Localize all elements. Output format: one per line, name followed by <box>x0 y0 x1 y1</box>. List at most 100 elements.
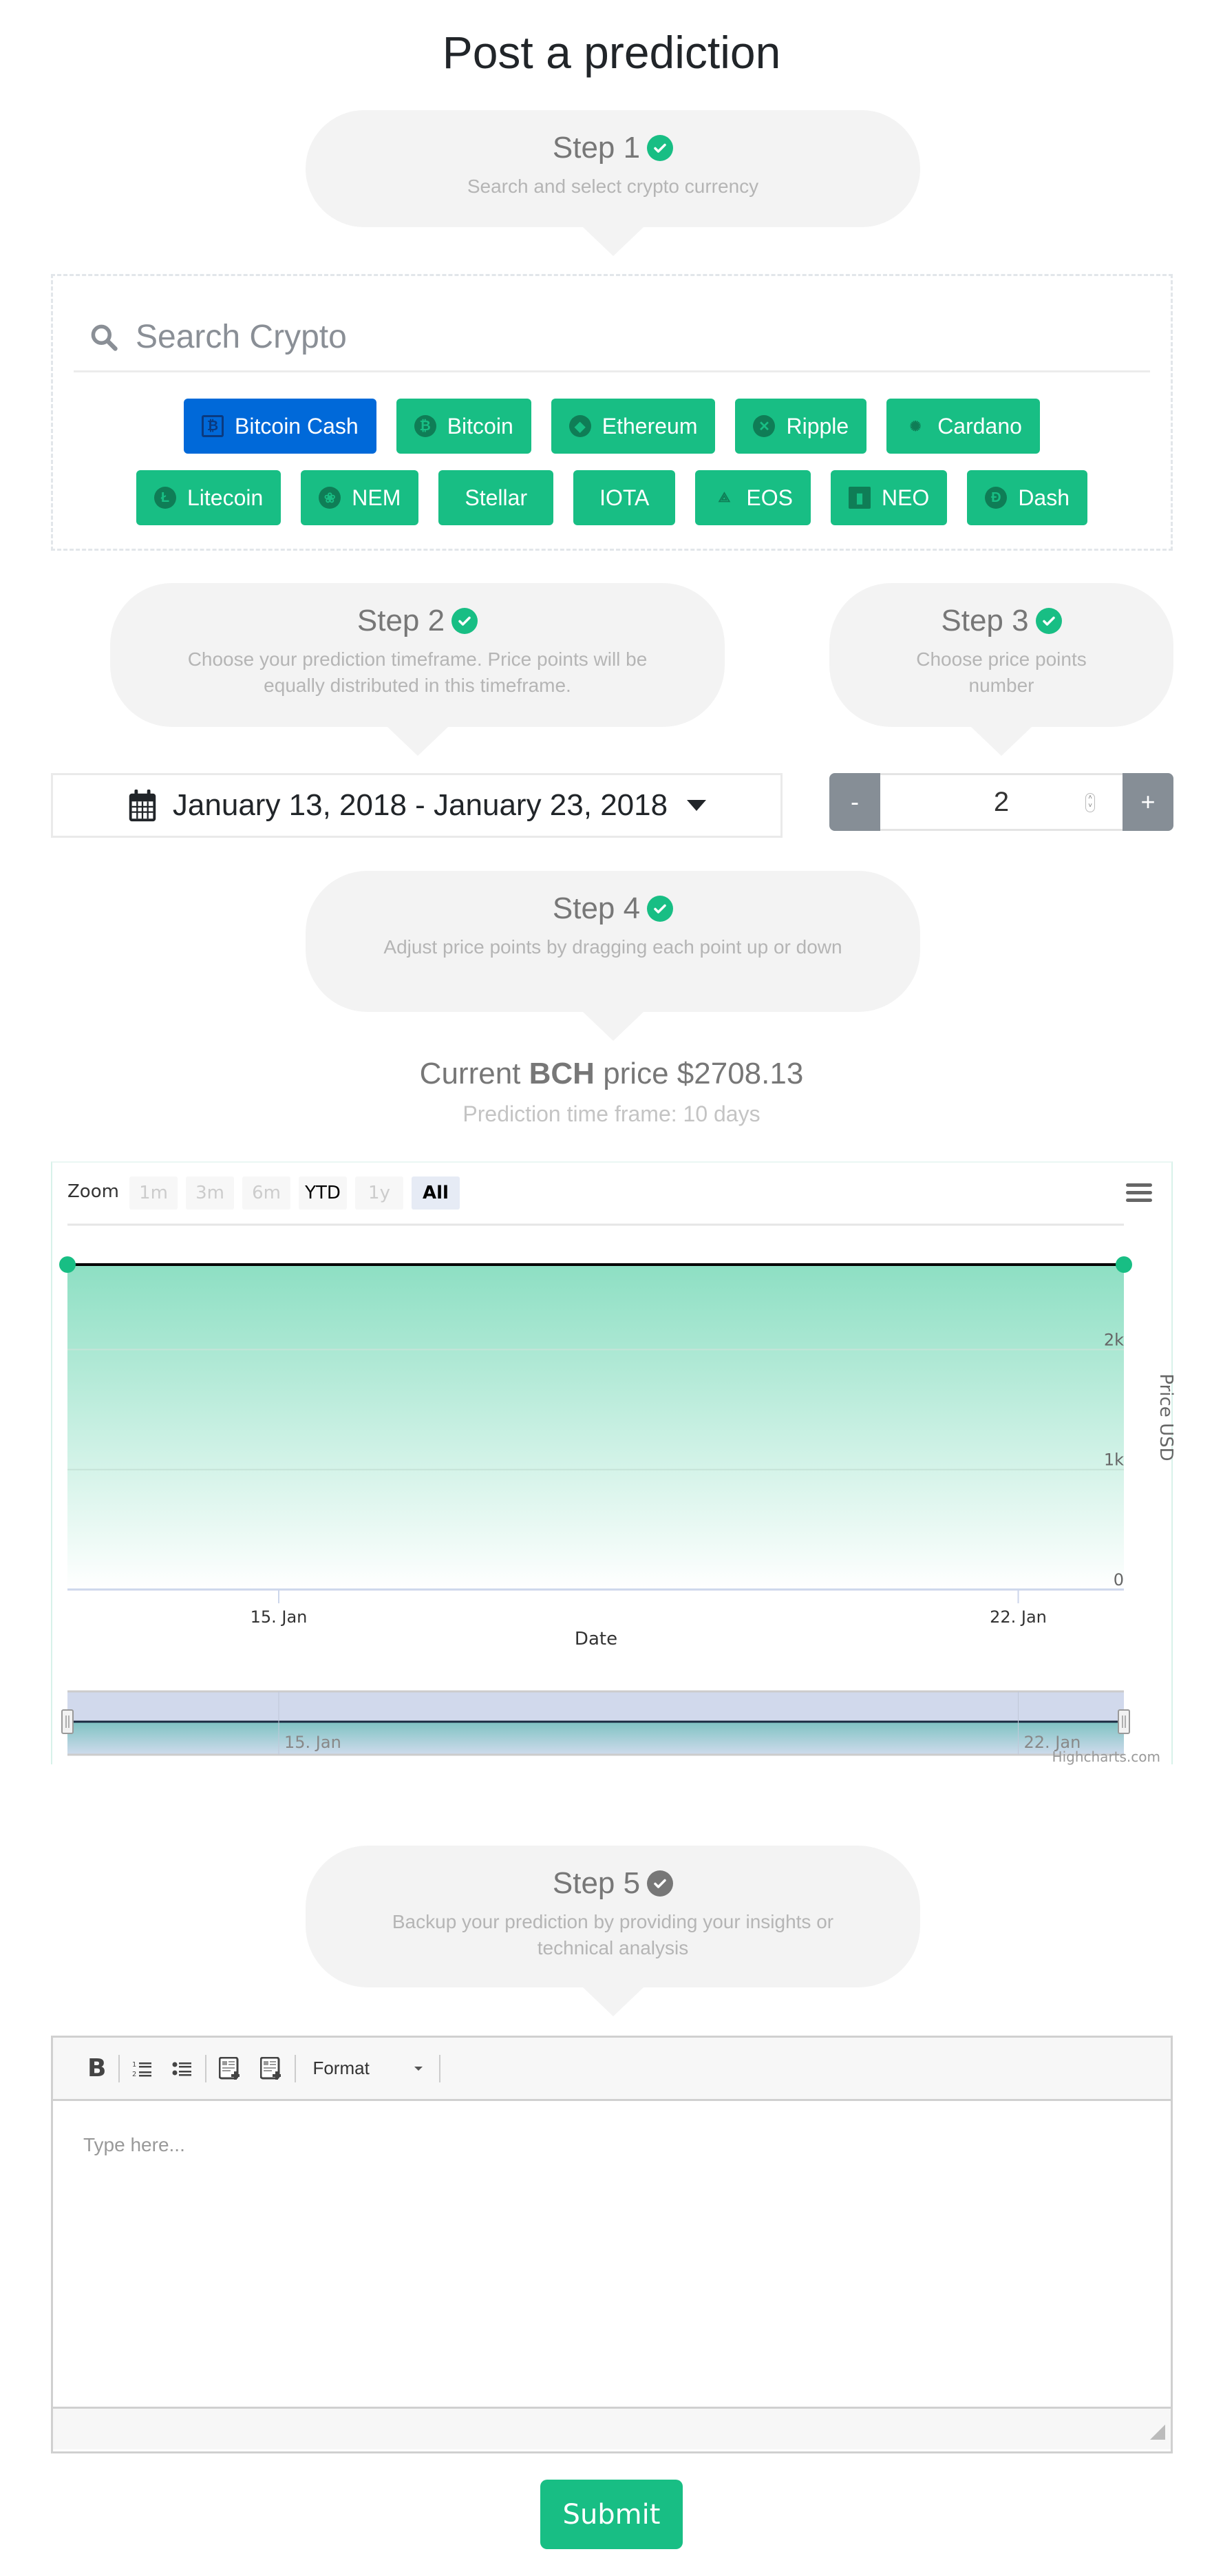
coin-button-stellar[interactable]: Stellar <box>438 470 554 525</box>
step-4-title: Step 4 <box>552 891 641 925</box>
step-5-bubble: Step 5 Backup your prediction by providi… <box>306 1846 920 2016</box>
date-range-value: January 13, 2018 - January 23, 2018 <box>172 788 668 822</box>
coin-button-bitcoin-cash[interactable]: ₿ Bitcoin Cash <box>184 399 376 454</box>
submit-button[interactable]: Submit <box>540 2480 683 2549</box>
coin-label: NEM <box>352 485 401 510</box>
y-tick-label: 0 <box>1114 1570 1124 1590</box>
date-range-picker[interactable]: January 13, 2018 - January 23, 2018 <box>51 773 783 838</box>
range-button-label: YTD <box>304 1183 341 1203</box>
step-1-bubble: Step 1 Search and select crypto currency <box>306 110 920 256</box>
check-circle-icon <box>647 896 674 922</box>
coin-label: EOS <box>746 485 793 510</box>
ethereum-icon: ◆ <box>568 415 591 437</box>
insert-block-before-button[interactable] <box>209 2051 251 2087</box>
search-crypto-input[interactable] <box>136 318 1030 356</box>
step-2-description: Choose your prediction timeframe. Price … <box>187 648 648 696</box>
editor-statusbar <box>53 2407 1171 2449</box>
step-3-description: Choose price points number <box>916 648 1087 696</box>
increment-button[interactable]: + <box>1123 773 1173 831</box>
area-fill <box>67 1265 1124 1590</box>
search-icon <box>91 324 118 351</box>
coin-button-dash[interactable]: Đ Dash <box>967 470 1088 525</box>
coin-row-1: ₿ Bitcoin Cash ₿ Bitcoin ◆ Ethereum ✕ Ripple… <box>184 399 1040 454</box>
search-row <box>74 304 1150 372</box>
y-tick-label: 1k <box>1104 1450 1124 1470</box>
plot-area: 0 1k 2k 15. Jan 22. Jan <box>59 1256 1132 1627</box>
navigator[interactable]: 15. Jan 22. Jan <box>61 1690 1130 1756</box>
current-price: Current BCH price $2708.13 <box>0 1057 1223 1091</box>
eos-icon: ⟁ <box>718 489 731 505</box>
toolbar-separator <box>118 2054 120 2082</box>
coin-label: Litecoin <box>187 485 264 510</box>
price-prefix: Current <box>419 1057 521 1090</box>
editor-text-area[interactable]: Type here... <box>53 2101 1171 2407</box>
navigator-tick-label: 15. Jan <box>284 1733 341 1752</box>
step-4-description: Adjust price points by dragging each poi… <box>383 936 842 958</box>
chart-svg: Zoom 1m 3m 6m YTD 1y All 01k2k15. Jan 22. Jan … <box>59 1176 1174 1765</box>
coin-list: ₿ Bitcoin Cash ₿ Bitcoin ◆ Ethereum ✕ Ripple… <box>53 399 1171 525</box>
price-points-input[interactable]: 2 ˄ ˅ <box>880 773 1123 831</box>
cardano-icon: ✺ <box>909 419 922 434</box>
prediction-chart: Zoom 1m 3m 6m YTD 1y All 0 1k 2k 15. Jan 22. Jan … <box>51 1161 1174 1765</box>
nem-icon: ❀ <box>319 487 341 509</box>
chart-credits[interactable]: Highcharts.com <box>1052 1749 1160 1765</box>
range-button-label: 3m <box>195 1183 224 1203</box>
draggable-price-point[interactable] <box>59 1256 76 1273</box>
insert-block-after-button[interactable] <box>251 2051 292 2087</box>
step-3-bubble: Step 3 Choose price points number <box>829 583 1173 756</box>
step-2-bubble: Step 2 Choose your prediction timeframe.… <box>110 583 725 756</box>
check-circle-icon <box>451 608 478 634</box>
range-selector: 1m 3m 6m YTD 1y All <box>129 1176 460 1210</box>
y-axis-title: Price USD <box>1156 1373 1174 1461</box>
toolbar-separator <box>205 2054 207 2082</box>
coin-label: Dash <box>1018 485 1070 510</box>
bullet-list-button[interactable] <box>162 2051 202 2087</box>
chart-menu-icon[interactable] <box>1126 1183 1152 1202</box>
spinner-arrows-icon[interactable]: ˄ ˅ <box>1085 793 1095 812</box>
x-tick-label: 15. Jan <box>251 1607 308 1627</box>
coin-label: Bitcoin Cash <box>235 413 359 439</box>
rich-text-editor: B 12 Format Type here... <box>51 2036 1173 2453</box>
range-button-label: All <box>423 1183 449 1203</box>
check-circle-icon <box>647 1870 674 1897</box>
coin-button-nem[interactable]: ❀ NEM <box>301 470 419 525</box>
coin-button-ripple[interactable]: ✕ Ripple <box>735 399 867 454</box>
decrement-button[interactable]: - <box>829 773 880 831</box>
editor-placeholder: Type here... <box>83 2134 185 2155</box>
insert-block-icon <box>219 2056 240 2080</box>
coin-button-iota[interactable]: IOTA <box>573 470 676 525</box>
page-title: Post a prediction <box>442 27 781 78</box>
numbered-list-button[interactable]: 12 <box>123 2051 162 2087</box>
price-points-value: 2 <box>993 786 1010 817</box>
range-button-label: 6m <box>252 1183 281 1203</box>
bitcoin-cash-icon: ₿ <box>202 415 224 437</box>
range-button-label: 1y <box>368 1183 390 1203</box>
coin-button-neo[interactable]: ▮ NEO <box>830 470 948 525</box>
coin-button-eos[interactable]: ⟁ EOS <box>695 470 811 525</box>
coin-button-litecoin[interactable]: Ł Litecoin <box>136 470 281 525</box>
format-dropdown[interactable]: Format <box>299 2051 436 2087</box>
draggable-price-point[interactable] <box>1116 1256 1132 1273</box>
navigator-handle-left[interactable] <box>61 1709 74 1734</box>
coin-button-cardano[interactable]: ✺ Cardano <box>886 399 1040 454</box>
check-circle-icon <box>647 135 674 161</box>
coin-label: Ethereum <box>602 413 698 439</box>
coin-button-bitcoin[interactable]: ₿ Bitcoin <box>396 399 531 454</box>
svg-text:1: 1 <box>132 2061 136 2069</box>
navigator-handle-right[interactable] <box>1118 1709 1130 1734</box>
bullet-list-icon <box>172 2062 192 2076</box>
coin-label: Stellar <box>465 485 528 510</box>
step-4-bubble: Step 4 Adjust price points by dragging e… <box>306 871 920 1041</box>
step-5-title: Step 5 <box>552 1866 641 1900</box>
navigator-series-area <box>67 1722 1124 1755</box>
ripple-icon: ✕ <box>753 415 776 437</box>
neo-icon: ▮ <box>848 487 871 509</box>
step-1-description: Search and select crypto currency <box>467 176 759 197</box>
bold-button[interactable]: B <box>78 2051 116 2087</box>
price-points-stepper: - 2 ˄ ˅ + <box>829 773 1173 831</box>
calendar-icon <box>129 789 156 822</box>
resize-handle-icon[interactable] <box>1150 2425 1165 2440</box>
editor-toolbar: B 12 Format <box>53 2038 1171 2101</box>
coin-button-ethereum[interactable]: ◆ Ethereum <box>551 399 716 454</box>
step-1-title: Step 1 <box>552 131 641 165</box>
